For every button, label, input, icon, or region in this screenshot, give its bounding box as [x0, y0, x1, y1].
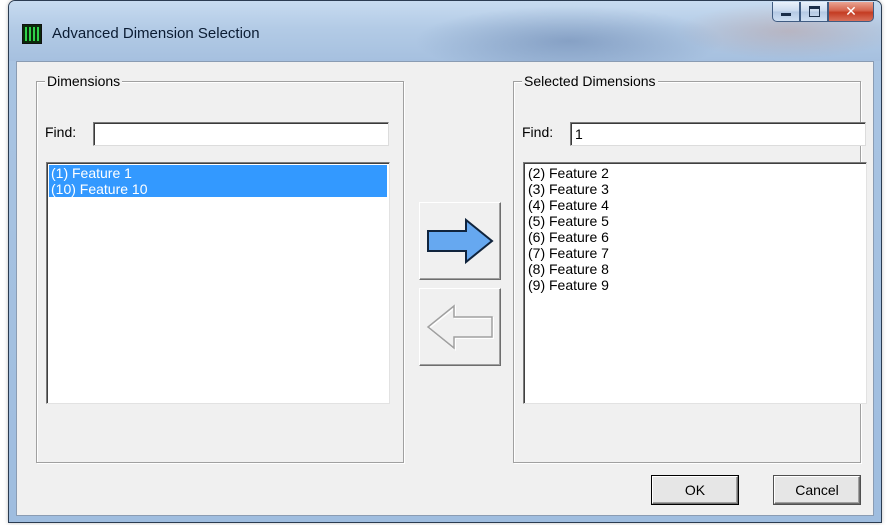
list-item[interactable]: (10) Feature 10 [49, 181, 387, 197]
maximize-button[interactable] [800, 2, 828, 22]
selected-find-input[interactable] [570, 122, 866, 146]
add-selected-button[interactable] [419, 202, 501, 280]
dimensions-find-label: Find: [45, 124, 77, 140]
dimensions-find-input[interactable] [93, 122, 389, 146]
dimensions-listbox[interactable]: (1) Feature 1 (10) Feature 10 [46, 162, 390, 404]
list-item[interactable]: (8) Feature 8 [526, 261, 864, 277]
list-item[interactable]: (1) Feature 1 [49, 165, 387, 181]
window-title: Advanced Dimension Selection [52, 25, 260, 42]
selected-dimensions-group: Selected Dimensions Find: (2) Feature 2(… [513, 73, 867, 463]
close-icon: ✕ [845, 3, 857, 20]
list-item[interactable]: (4) Feature 4 [526, 197, 864, 213]
list-item[interactable]: (3) Feature 3 [526, 181, 864, 197]
window-controls: ✕ [772, 2, 874, 22]
dialog-body: Dimensions Find: (1) Feature 1 (10) Featu… [16, 61, 874, 516]
ok-button[interactable]: OK [652, 476, 738, 504]
dialog-window: Advanced Dimension Selection ✕ Dimension… [8, 0, 882, 523]
list-item[interactable]: (7) Feature 7 [526, 245, 864, 261]
arrow-left-icon [426, 304, 494, 351]
dimensions-group-label: Dimensions [45, 73, 123, 89]
remove-selected-button[interactable] [419, 288, 501, 366]
cancel-button[interactable]: Cancel [774, 476, 860, 504]
list-item[interactable]: (6) Feature 6 [526, 229, 864, 245]
minimize-button[interactable] [772, 2, 800, 22]
selected-dimensions-group-label: Selected Dimensions [522, 73, 658, 89]
dimensions-group: Dimensions Find: (1) Feature 1 (10) Featu… [36, 73, 404, 463]
list-item[interactable]: (2) Feature 2 [526, 165, 864, 181]
list-item[interactable]: (5) Feature 5 [526, 213, 864, 229]
minimize-icon [781, 13, 791, 16]
selected-dimensions-listbox[interactable]: (2) Feature 2 (3) Feature 3 (4) Feature 4(… [523, 162, 867, 404]
arrow-right-icon [427, 217, 494, 265]
close-button[interactable]: ✕ [828, 2, 874, 22]
selected-find-label: Find: [522, 124, 554, 140]
title-bar[interactable]: Advanced Dimension Selection ✕ [9, 1, 881, 61]
list-item[interactable]: (9) Feature 9 [526, 277, 864, 293]
maximize-icon [808, 6, 820, 17]
app-grid-icon [22, 24, 42, 44]
